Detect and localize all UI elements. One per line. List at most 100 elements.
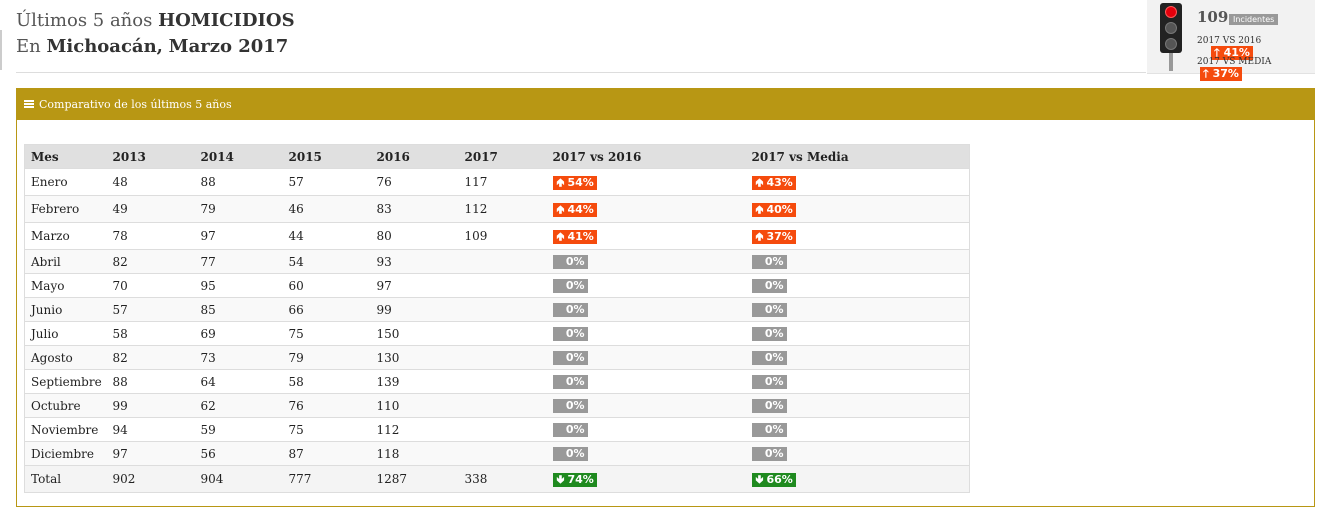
- table-row: Septiembre 88 64 58 139 0% 0%: [24, 369, 970, 394]
- change-badge: 0%: [552, 399, 588, 413]
- cell-2017: [458, 321, 547, 346]
- change-badge: 0%: [552, 447, 588, 461]
- header-2017: 2017: [464, 149, 498, 164]
- cell-2017: 338: [458, 465, 547, 493]
- cell-vs-media: 🢁 37%: [745, 222, 970, 250]
- cell-2017: [458, 297, 547, 322]
- change-badge: 🢁 40%: [751, 202, 796, 217]
- cell-2014: 77: [194, 249, 283, 274]
- traffic-light-icon: [1160, 3, 1182, 53]
- cell-vs-media: 0%: [745, 393, 970, 418]
- cell-mes: Julio: [24, 321, 107, 346]
- header-2014: 2014: [200, 149, 234, 164]
- header-vs-2016: 2017 vs 2016: [552, 149, 642, 164]
- change-value: 54%: [567, 175, 594, 189]
- cell-2014: 79: [194, 195, 283, 223]
- change-value: 0%: [764, 303, 784, 316]
- arrow-up-icon: 🢁: [755, 175, 764, 189]
- cell-2016: 93: [370, 249, 459, 274]
- cell-2014: 95: [194, 273, 283, 298]
- cell-vs-media: 🢁 43%: [745, 168, 970, 196]
- widget-row-vs-media: 2017 VS MEDIA 🡑 37%: [1197, 57, 1315, 81]
- cell-2013: 48: [106, 168, 195, 196]
- cell-2015: 54: [282, 249, 371, 274]
- header-2015: 2015: [288, 149, 322, 164]
- header-line-2: En Michoacán, Marzo 2017: [16, 34, 295, 60]
- cell-2013: 57: [106, 297, 195, 322]
- cell-mes: Noviembre: [24, 417, 107, 442]
- cell-2016: 112: [370, 417, 459, 442]
- cell-vs-media: 0%: [745, 297, 970, 322]
- change-badge: 0%: [751, 447, 787, 461]
- change-value: 43%: [766, 175, 793, 189]
- header-2016: 2016: [376, 149, 410, 164]
- cell-2014: 62: [194, 393, 283, 418]
- cell-2015: 76: [282, 393, 371, 418]
- cell-vs-2016: 🢃 74%: [546, 465, 746, 493]
- table-row: Mayo 70 95 60 97 0% 0%: [24, 273, 970, 298]
- cell-vs-2016: 0%: [546, 249, 746, 274]
- cell-2016: 76: [370, 168, 459, 196]
- comparison-table: Mes 2013 2014 2015 2016 2017 2017 vs 201…: [24, 144, 970, 493]
- cell-2014: 56: [194, 441, 283, 466]
- cell-2014: 73: [194, 345, 283, 370]
- arrow-up-icon: 🡑: [1203, 67, 1209, 80]
- change-value: 44%: [567, 202, 594, 216]
- header-2013: 2013: [112, 149, 146, 164]
- cell-2017: 117: [458, 168, 547, 196]
- change-value: 0%: [565, 375, 585, 388]
- cell-2013: 58: [106, 321, 195, 346]
- cell-mes: Diciembre: [24, 441, 107, 466]
- cell-2016: 118: [370, 441, 459, 466]
- state-name: Michoacán,: [46, 36, 163, 57]
- cell-2015: 57: [282, 168, 371, 196]
- change-badge: 0%: [552, 423, 588, 437]
- change-value: 0%: [565, 279, 585, 292]
- change-badge: 0%: [751, 399, 787, 413]
- change-value: 0%: [565, 255, 585, 268]
- change-badge: 0%: [751, 303, 787, 317]
- header-divider: [16, 72, 1146, 73]
- header-line-1: Últimos 5 años HOMICIDIOS: [16, 8, 295, 34]
- arrow-up-icon: 🢁: [755, 229, 764, 243]
- table-row: Diciembre 97 56 87 118 0% 0%: [24, 441, 970, 466]
- menu-icon: [24, 100, 34, 108]
- cell-2016: 130: [370, 345, 459, 370]
- change-badge: 🢁 37%: [751, 229, 796, 244]
- change-value: 0%: [565, 303, 585, 316]
- cell-mes: Total: [24, 465, 107, 493]
- change-badge: 🢁 41%: [552, 229, 597, 244]
- cell-vs-2016: 0%: [546, 345, 746, 370]
- arrow-down-icon: 🢃: [556, 472, 565, 486]
- cell-2017: [458, 369, 547, 394]
- change-badge: 0%: [751, 423, 787, 437]
- cell-vs-media: 0%: [745, 321, 970, 346]
- cell-2016: 80: [370, 222, 459, 250]
- change-badge: 0%: [552, 255, 588, 269]
- header-location-prefix: En: [16, 36, 41, 57]
- change-value: 37%: [766, 229, 793, 243]
- table-row: Abril 82 77 54 93 0% 0%: [24, 249, 970, 274]
- cell-2015: 777: [282, 465, 371, 493]
- cell-vs-2016: 0%: [546, 273, 746, 298]
- change-badge: 🢁 43%: [751, 175, 796, 190]
- change-value: 0%: [565, 399, 585, 412]
- cell-mes: Marzo: [24, 222, 107, 250]
- cell-2015: 79: [282, 345, 371, 370]
- cell-vs-2016: 0%: [546, 417, 746, 442]
- change-badge: 🢃 74%: [552, 472, 597, 487]
- change-badge: 0%: [552, 303, 588, 317]
- cell-2015: 46: [282, 195, 371, 223]
- change-badge: 🢃 66%: [751, 472, 796, 487]
- cell-2017: 112: [458, 195, 547, 223]
- widget-label-vs-media: 2017 VS MEDIA: [1197, 57, 1272, 67]
- arrow-down-icon: 🢃: [755, 472, 764, 486]
- change-badge: 0%: [552, 351, 588, 365]
- yellow-light-icon: [1165, 22, 1177, 34]
- change-badge: 0%: [552, 279, 588, 293]
- table-header-row: Mes 2013 2014 2015 2016 2017 2017 vs 201…: [24, 144, 970, 169]
- cell-vs-2016: 0%: [546, 369, 746, 394]
- cell-2013: 78: [106, 222, 195, 250]
- cell-2013: 94: [106, 417, 195, 442]
- page-header: Últimos 5 años HOMICIDIOS En Michoacán, …: [16, 8, 295, 60]
